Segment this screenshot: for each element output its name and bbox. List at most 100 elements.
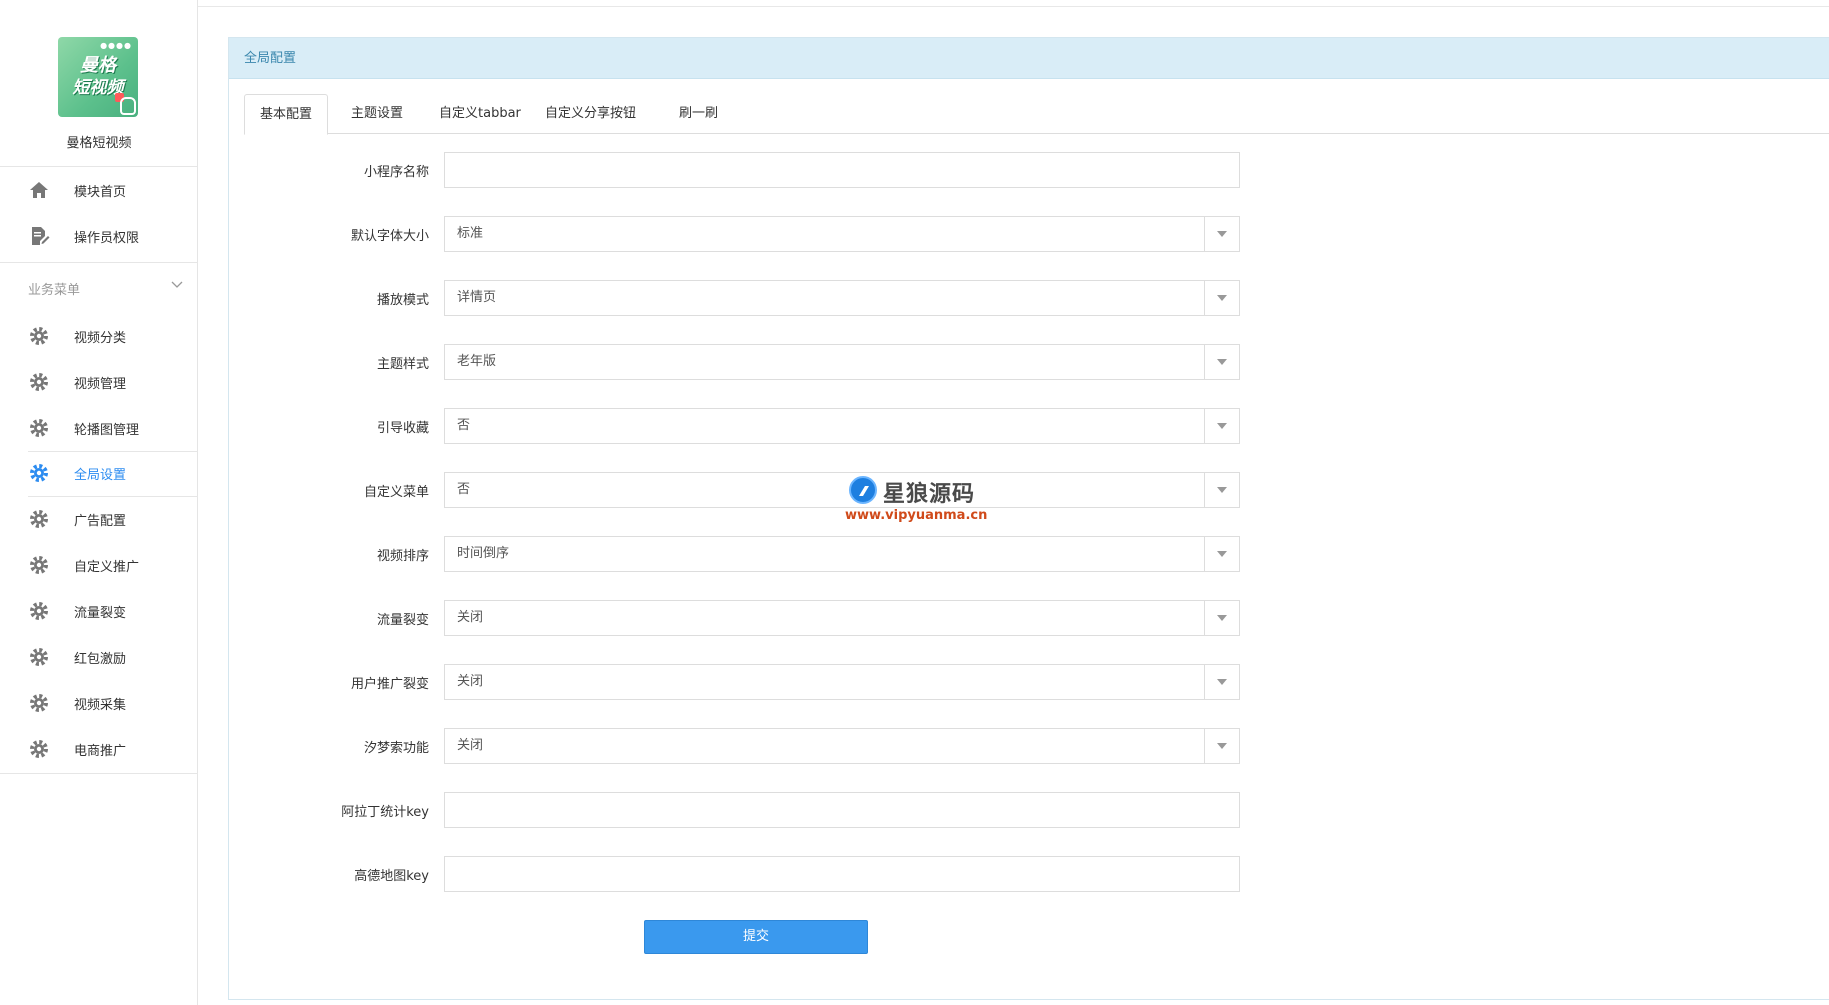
sidebar: ●●●● 曼格 短视频 曼格短视频 模块首页 操作员权限 业务菜单 视频分类 视… bbox=[0, 0, 198, 1005]
gear-icon bbox=[30, 419, 48, 437]
field-label: 引导收藏 bbox=[376, 421, 429, 436]
caret-down-icon bbox=[1217, 679, 1227, 685]
tab-custom-tabbar[interactable]: 自定义tabbar bbox=[424, 94, 536, 135]
form-row-guide-favorite: 引导收藏 否 bbox=[229, 408, 1279, 444]
form-row-traffic-fission: 流量裂变 关闭 bbox=[229, 600, 1279, 636]
select-value: 关闭 bbox=[457, 674, 484, 689]
theme-style-select[interactable]: 老年版 bbox=[444, 344, 1240, 380]
field-label: 自定义菜单 bbox=[363, 485, 429, 500]
field-label: 阿拉丁统计key bbox=[341, 805, 429, 820]
watermark-name: 星狼源码 bbox=[883, 482, 976, 507]
caret-down-icon bbox=[1217, 743, 1227, 749]
sidebar-item-red-packet-incentive[interactable]: 红包激励 bbox=[0, 635, 198, 679]
sidebar-item-ecommerce-promotion[interactable]: 电商推广 bbox=[0, 727, 198, 771]
form-row-default-font-size: 默认字体大小 标准 bbox=[229, 216, 1279, 252]
sidebar-item-module-home[interactable]: 模块首页 bbox=[0, 168, 198, 212]
sidebar-group-business-menu[interactable]: 业务菜单 bbox=[0, 270, 198, 304]
sidebar-item-label: 电商推广 bbox=[74, 743, 127, 759]
sidebar-item-global-settings[interactable]: 全局设置 bbox=[0, 451, 198, 495]
caret-down-icon bbox=[1217, 231, 1227, 237]
gear-icon bbox=[30, 648, 48, 666]
global-config-panel: 全局配置 基本配置 主题设置 自定义tabbar 自定义分享按钮 刷一刷 小程序… bbox=[228, 37, 1829, 1000]
field-label: 高德地图key bbox=[354, 869, 429, 884]
field-label: 默认字体大小 bbox=[350, 229, 429, 244]
form-row-user-promotion-fission: 用户推广裂变 关闭 bbox=[229, 664, 1279, 700]
guide-favorite-select[interactable]: 否 bbox=[444, 408, 1240, 444]
aladdin-key-input[interactable] bbox=[444, 792, 1240, 828]
brand: ●●●● 曼格 短视频 曼格短视频 bbox=[0, 0, 197, 167]
dropdown-toggle[interactable] bbox=[1204, 729, 1239, 763]
form-row-video-sort: 视频排序 时间倒序 bbox=[229, 536, 1279, 572]
select-value: 否 bbox=[457, 482, 471, 497]
sidebar-item-custom-promotion[interactable]: 自定义推广 bbox=[0, 543, 198, 587]
sidebar-item-label: 视频采集 bbox=[74, 697, 127, 713]
tab-bar: 基本配置 主题设置 自定义tabbar 自定义分享按钮 刷一刷 bbox=[244, 94, 1829, 135]
sidebar-item-carousel-management[interactable]: 轮播图管理 bbox=[0, 406, 198, 450]
select-value: 关闭 bbox=[457, 610, 484, 625]
gear-icon bbox=[30, 510, 48, 528]
mini-program-name-input[interactable] bbox=[444, 152, 1240, 188]
dropdown-toggle[interactable] bbox=[1204, 409, 1239, 443]
divider bbox=[0, 773, 198, 774]
tab-theme-settings[interactable]: 主题设置 bbox=[336, 94, 418, 135]
tab-swipe[interactable]: 刷一刷 bbox=[664, 94, 733, 135]
logo-dots: ●●●● bbox=[100, 41, 132, 50]
form-row-amap-key: 高德地图key bbox=[229, 856, 1279, 892]
field-label: 汐梦索功能 bbox=[363, 741, 429, 756]
sidebar-item-label: 自定义推广 bbox=[74, 559, 140, 575]
top-divider bbox=[198, 6, 1829, 7]
caret-down-icon bbox=[1217, 359, 1227, 365]
field-label: 小程序名称 bbox=[363, 165, 429, 180]
caret-down-icon bbox=[1217, 487, 1227, 493]
select-value: 时间倒序 bbox=[457, 546, 510, 561]
sidebar-item-traffic-fission[interactable]: 流量裂变 bbox=[0, 589, 198, 633]
select-value: 标准 bbox=[457, 226, 484, 241]
dropdown-toggle[interactable] bbox=[1204, 665, 1239, 699]
form-row-custom-menu: 自定义菜单 否 bbox=[229, 472, 1279, 508]
video-sort-select[interactable]: 时间倒序 bbox=[444, 536, 1240, 572]
field-label: 视频排序 bbox=[376, 549, 429, 564]
user-promotion-fission-select[interactable]: 关闭 bbox=[444, 664, 1240, 700]
tab-custom-share-button[interactable]: 自定义分享按钮 bbox=[530, 94, 651, 135]
divider bbox=[0, 262, 198, 263]
default-font-size-select[interactable]: 标准 bbox=[444, 216, 1240, 252]
field-label: 用户推广裂变 bbox=[350, 677, 429, 692]
watermark-url: www.vipyuanma.cn bbox=[845, 508, 988, 523]
field-label: 主题样式 bbox=[376, 357, 429, 372]
home-icon bbox=[30, 182, 48, 198]
dropdown-toggle[interactable] bbox=[1204, 537, 1239, 571]
amap-key-input[interactable] bbox=[444, 856, 1240, 892]
sidebar-item-label: 广告配置 bbox=[74, 513, 127, 529]
tab-basic-config[interactable]: 基本配置 bbox=[244, 94, 329, 135]
sidebar-item-video-management[interactable]: 视频管理 bbox=[0, 360, 198, 404]
custom-menu-select[interactable]: 否 bbox=[444, 472, 1240, 508]
play-mode-select[interactable]: 详情页 bbox=[444, 280, 1240, 316]
document-edit-icon bbox=[32, 227, 50, 245]
sidebar-item-video-category[interactable]: 视频分类 bbox=[0, 314, 198, 358]
select-value: 详情页 bbox=[457, 290, 497, 305]
brand-name: 曼格短视频 bbox=[66, 136, 132, 151]
ximengsuo-feature-select[interactable]: 关闭 bbox=[444, 728, 1240, 764]
app-logo[interactable]: ●●●● 曼格 短视频 bbox=[58, 37, 138, 117]
sidebar-item-ad-config[interactable]: 广告配置 bbox=[0, 497, 198, 541]
chevron-down-icon bbox=[171, 281, 183, 288]
submit-button[interactable]: 提交 bbox=[644, 920, 868, 954]
traffic-fission-select[interactable]: 关闭 bbox=[444, 600, 1240, 636]
dropdown-toggle[interactable] bbox=[1204, 217, 1239, 251]
sidebar-item-video-collection[interactable]: 视频采集 bbox=[0, 681, 198, 725]
sidebar-item-label: 视频分类 bbox=[74, 330, 127, 346]
hand-pointer-icon bbox=[120, 97, 136, 115]
sidebar-item-label: 流量裂变 bbox=[74, 605, 127, 621]
sidebar-item-label: 红包激励 bbox=[74, 651, 127, 667]
dropdown-toggle[interactable] bbox=[1204, 473, 1239, 507]
form-row-aladdin-key: 阿拉丁统计key bbox=[229, 792, 1279, 828]
sidebar-item-label: 操作员权限 bbox=[74, 230, 140, 246]
dropdown-toggle[interactable] bbox=[1204, 281, 1239, 315]
dropdown-toggle[interactable] bbox=[1204, 345, 1239, 379]
panel-title: 全局配置 bbox=[229, 38, 1829, 79]
sidebar-item-operator-permissions[interactable]: 操作员权限 bbox=[0, 214, 198, 258]
sidebar-item-label: 轮播图管理 bbox=[74, 422, 140, 438]
caret-down-icon bbox=[1217, 615, 1227, 621]
dropdown-toggle[interactable] bbox=[1204, 601, 1239, 635]
sidebar-group-title: 业务菜单 bbox=[28, 283, 81, 298]
